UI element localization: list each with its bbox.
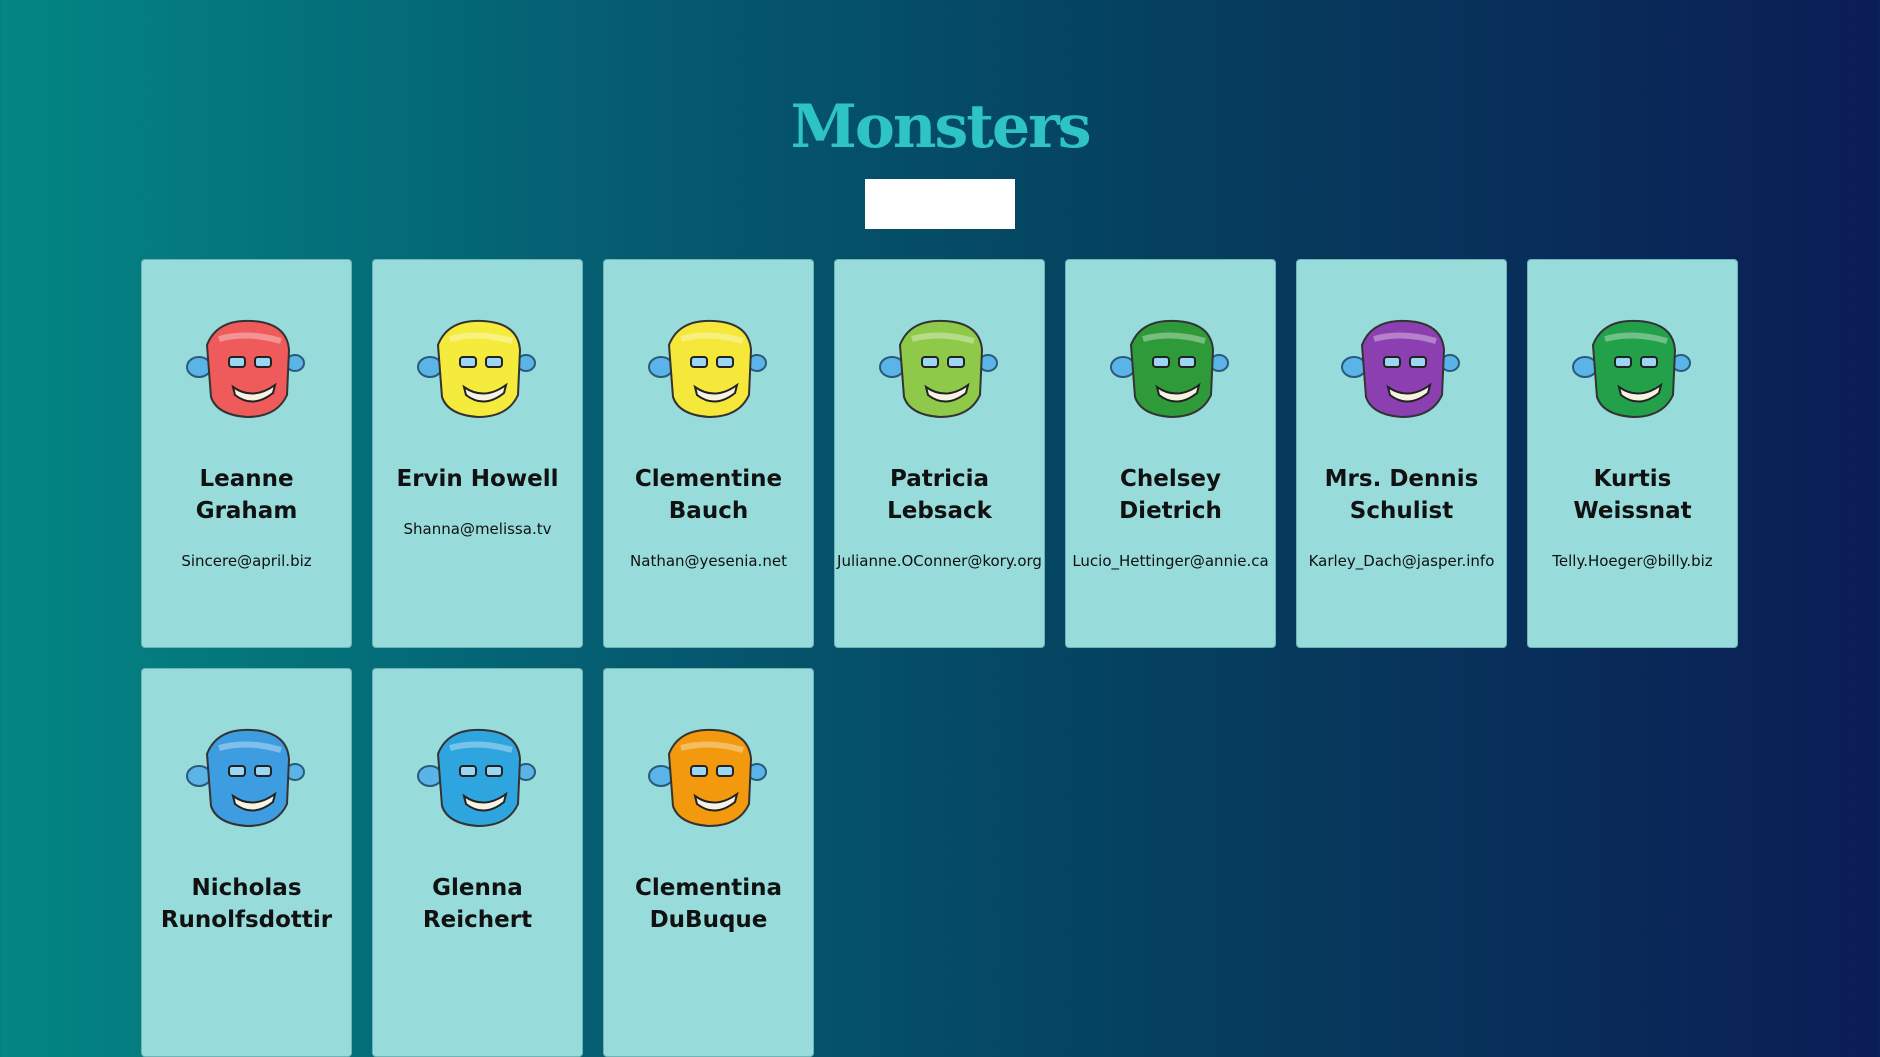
- robot-monster-avatar-icon: [416, 319, 536, 419]
- robot-monster-avatar-icon: [1571, 319, 1691, 419]
- robot-monster-avatar-icon: [647, 728, 767, 828]
- robot-monster-avatar-icon: [1109, 319, 1229, 419]
- monster-card[interactable]: Leanne Graham Sincere@april.biz: [141, 259, 352, 648]
- monster-email: Sincere@april.biz: [181, 552, 312, 570]
- robot-monster-avatar-icon: [185, 319, 305, 419]
- monster-email: Karley_Dach@jasper.info: [1308, 552, 1495, 570]
- monster-name: Clementina DuBuque: [634, 875, 783, 933]
- monster-card[interactable]: Chelsey Dietrich Lucio_Hettinger@annie.ca: [1065, 259, 1276, 648]
- monster-card[interactable]: Kurtis Weissnat Telly.Hoeger@billy.biz: [1527, 259, 1738, 648]
- robot-monster-avatar-icon: [416, 728, 536, 828]
- robot-monster-avatar-icon: [185, 728, 305, 828]
- monster-card[interactable]: Clementine Bauch Nathan@yesenia.net: [603, 259, 814, 648]
- monster-name: Glenna Reichert: [422, 875, 533, 933]
- monster-name: Chelsey Dietrich: [1119, 466, 1222, 524]
- monster-email: Lucio_Hettinger@annie.ca: [1072, 552, 1269, 570]
- monster-email: Shanna@melissa.tv: [403, 520, 552, 538]
- card-list: Leanne Graham Sincere@april.biz Ervin Howe…: [141, 259, 1751, 1057]
- monster-email: Nathan@yesenia.net: [630, 552, 787, 570]
- monster-name: Patricia Lebsack: [887, 466, 992, 524]
- monster-name: Leanne Graham: [195, 466, 298, 524]
- monster-name: Mrs. Dennis Schulist: [1324, 466, 1479, 524]
- monster-card[interactable]: Nicholas Runolfsdottir: [141, 668, 352, 1057]
- robot-monster-avatar-icon: [1340, 319, 1460, 419]
- monster-name: Kurtis Weissnat: [1573, 466, 1692, 524]
- monster-name: Clementine Bauch: [634, 466, 783, 524]
- monster-name: Nicholas Runolfsdottir: [160, 875, 333, 933]
- page-title: Monsters: [790, 92, 1091, 163]
- robot-monster-avatar-icon: [878, 319, 998, 419]
- monster-email: Telly.Hoeger@billy.biz: [1552, 552, 1713, 570]
- monster-email: Julianne.OConner@kory.org: [837, 552, 1042, 570]
- monster-name: Ervin Howell: [396, 466, 559, 492]
- robot-monster-avatar-icon: [647, 319, 767, 419]
- monster-card[interactable]: Mrs. Dennis Schulist Karley_Dach@jasper.i…: [1296, 259, 1507, 648]
- monster-card[interactable]: Glenna Reichert: [372, 668, 583, 1057]
- monster-card[interactable]: Ervin Howell Shanna@melissa.tv: [372, 259, 583, 648]
- monster-card[interactable]: Clementina DuBuque: [603, 668, 814, 1057]
- monster-card[interactable]: Patricia Lebsack Julianne.OConner@kory.or…: [834, 259, 1045, 648]
- search-input[interactable]: [865, 179, 1015, 229]
